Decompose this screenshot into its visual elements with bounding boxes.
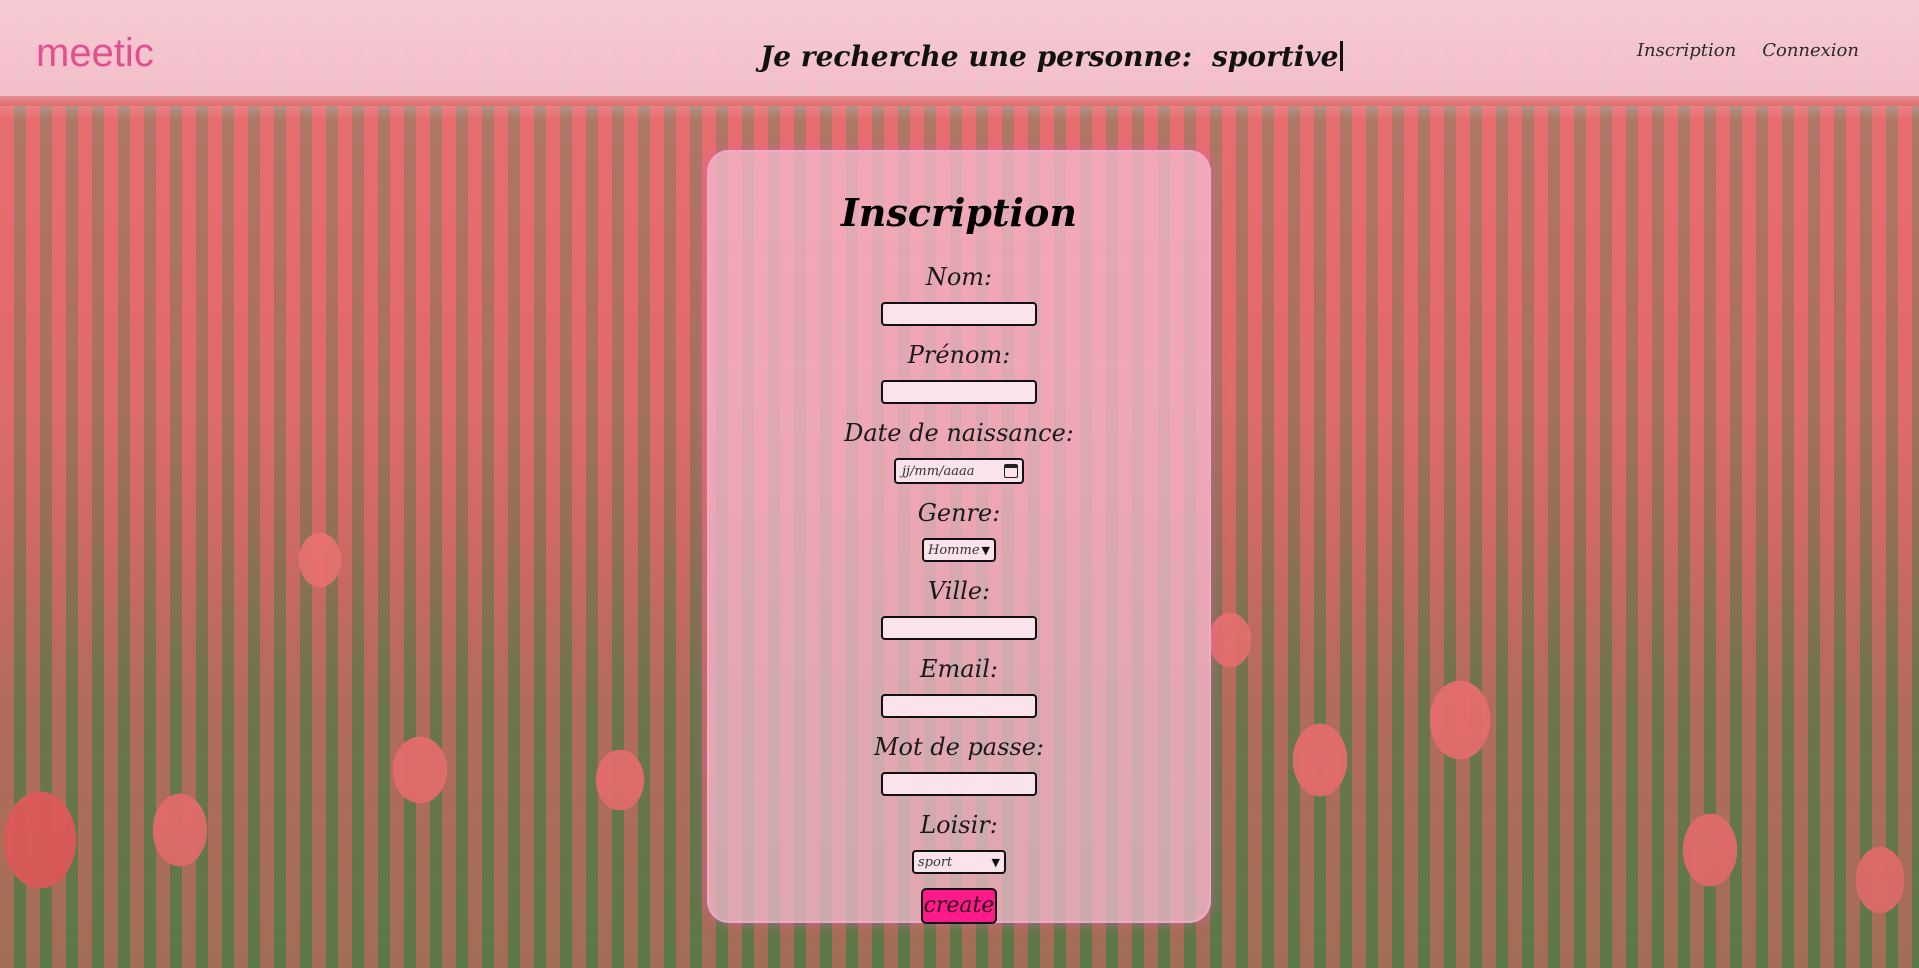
chevron-down-icon: ▼	[991, 855, 1000, 869]
text-cursor	[1340, 41, 1344, 71]
password-input[interactable]	[881, 772, 1037, 796]
nom-label: Nom:	[925, 263, 993, 291]
birthdate-placeholder: jj/mm/aaaa	[901, 463, 975, 479]
birthdate-input[interactable]: jj/mm/aaaa	[893, 458, 1024, 484]
horizon-strip	[0, 96, 1919, 106]
email-input[interactable]	[881, 694, 1037, 718]
ville-label: Ville:	[927, 577, 991, 605]
loisir-selected-value: sport	[918, 854, 953, 870]
loisir-label: Loisir:	[920, 811, 998, 839]
loisir-row: Loisir: sport ▼	[912, 806, 1006, 888]
top-nav: Inscription Connexion	[1637, 40, 1859, 61]
genre-row: Genre: Homme ▼	[917, 494, 1001, 572]
ville-input[interactable]	[881, 616, 1037, 640]
genre-label: Genre:	[917, 499, 1001, 527]
prenom-label: Prénom:	[907, 341, 1011, 369]
prenom-input[interactable]	[881, 380, 1037, 404]
form-title: Inscription	[841, 190, 1077, 235]
nav-connexion-link[interactable]: Connexion	[1762, 40, 1859, 61]
nom-row: Nom:	[881, 258, 1037, 336]
registration-form: Inscription Nom: Prénom: Date de naissan…	[707, 150, 1211, 924]
top-bar: meetic Je recherche une personne: sporti…	[0, 0, 1919, 106]
nav-inscription-link[interactable]: Inscription	[1637, 40, 1736, 61]
calendar-icon[interactable]	[1003, 464, 1018, 478]
create-button[interactable]: create	[921, 888, 997, 924]
email-row: Email:	[881, 650, 1037, 728]
password-row: Mot de passe:	[874, 728, 1044, 806]
genre-select[interactable]: Homme ▼	[922, 538, 996, 562]
prenom-row: Prénom:	[881, 336, 1037, 414]
search-typed-value[interactable]: sportive	[1212, 40, 1338, 73]
chevron-down-icon: ▼	[981, 543, 990, 557]
logo[interactable]: meetic	[36, 30, 154, 76]
genre-selected-value: Homme	[928, 542, 980, 558]
loisir-select[interactable]: sport ▼	[912, 850, 1006, 874]
search-prefix: Je recherche une personne:	[760, 39, 1193, 73]
date-label: Date de naissance:	[844, 419, 1074, 447]
ville-row: Ville:	[881, 572, 1037, 650]
search-headline: Je recherche une personne: sportive	[760, 34, 1344, 78]
date-row: Date de naissance: jj/mm/aaaa	[844, 414, 1074, 494]
nom-input[interactable]	[881, 302, 1037, 326]
password-label: Mot de passe:	[873, 733, 1045, 761]
email-label: Email:	[919, 655, 999, 683]
